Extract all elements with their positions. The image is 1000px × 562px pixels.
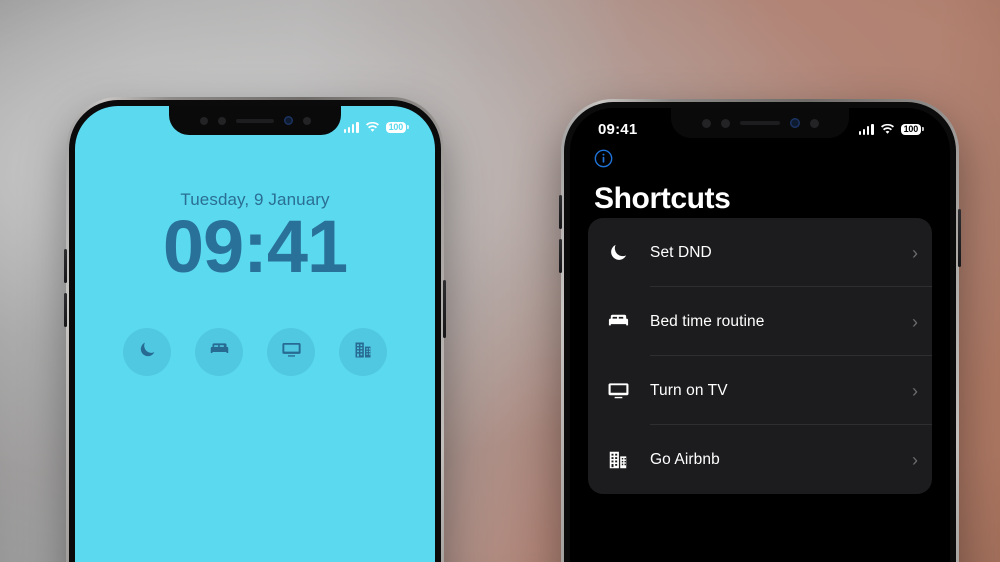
lock-shortcut-turn-on-tv[interactable] — [267, 328, 315, 376]
wifi-icon — [880, 123, 895, 135]
left-status-bar: 100 — [75, 106, 435, 148]
shortcut-label: Turn on TV — [650, 381, 728, 399]
right-phone-screen: 09:41 100 Shortcuts Set DND › Bed time r… — [570, 108, 950, 562]
right-phone-volume-down-button[interactable] — [559, 239, 562, 273]
bed-icon — [604, 310, 632, 333]
moon-icon — [604, 242, 632, 263]
wifi-icon — [365, 121, 380, 133]
battery-indicator: 100 — [900, 123, 924, 135]
shortcut-label: Go Airbnb — [650, 450, 720, 468]
left-phone-device: 100 Tuesday, 9 January 09:41 — [64, 97, 446, 562]
chevron-right-icon: › — [912, 242, 918, 263]
right-status-bar: 09:41 100 — [570, 108, 950, 150]
cellular-bars-icon — [858, 123, 874, 135]
lock-screen: 100 Tuesday, 9 January 09:41 — [75, 106, 435, 562]
shortcuts-app-screen: 09:41 100 Shortcuts Set DND › Bed time r… — [570, 108, 950, 562]
shortcut-row-go-airbnb[interactable]: Go Airbnb › — [588, 425, 932, 494]
right-phone-device: 09:41 100 Shortcuts Set DND › Bed time r… — [559, 99, 961, 562]
lock-shortcut-go-airbnb[interactable] — [339, 328, 387, 376]
shortcut-row-set-dnd[interactable]: Set DND › — [588, 218, 932, 287]
left-phone-volume-down-button[interactable] — [64, 293, 67, 327]
building-icon — [604, 449, 632, 471]
lock-screen-shortcut-row — [75, 328, 435, 376]
right-phone-power-button[interactable] — [958, 209, 961, 267]
chevron-right-icon: › — [912, 380, 918, 401]
right-status-time: 09:41 — [598, 120, 638, 138]
moon-icon — [138, 340, 157, 364]
building-icon — [353, 340, 373, 365]
tv-icon — [281, 339, 302, 365]
shortcut-row-turn-on-tv[interactable]: Turn on TV › — [588, 356, 932, 425]
info-button[interactable] — [594, 149, 613, 168]
right-status-icons: 100 — [858, 123, 924, 135]
battery-indicator: 100 — [385, 121, 409, 133]
battery-level-label: 100 — [900, 123, 921, 135]
bed-icon — [209, 339, 230, 365]
lock-screen-clock: Tuesday, 9 January 09:41 — [75, 190, 435, 286]
shortcut-row-bed-time-routine[interactable]: Bed time routine › — [588, 287, 932, 356]
shortcut-label: Bed time routine — [650, 312, 765, 330]
left-status-icons: 100 — [343, 121, 409, 133]
tv-icon — [604, 379, 632, 402]
shortcuts-card: Set DND › Bed time routine › Turn on TV … — [588, 218, 932, 494]
left-phone-power-button[interactable] — [443, 280, 446, 338]
lock-shortcut-bed-time[interactable] — [195, 328, 243, 376]
page-title: Shortcuts — [594, 182, 731, 215]
left-phone-screen: 100 Tuesday, 9 January 09:41 — [75, 106, 435, 562]
battery-level-label: 100 — [385, 121, 406, 133]
right-phone-volume-up-button[interactable] — [559, 195, 562, 229]
shortcut-label: Set DND — [650, 243, 712, 261]
left-phone-volume-up-button[interactable] — [64, 249, 67, 283]
lock-shortcut-do-not-disturb[interactable] — [123, 328, 171, 376]
chevron-right-icon: › — [912, 449, 918, 470]
lock-screen-time: 09:41 — [162, 205, 348, 288]
cellular-bars-icon — [343, 121, 359, 133]
chevron-right-icon: › — [912, 311, 918, 332]
